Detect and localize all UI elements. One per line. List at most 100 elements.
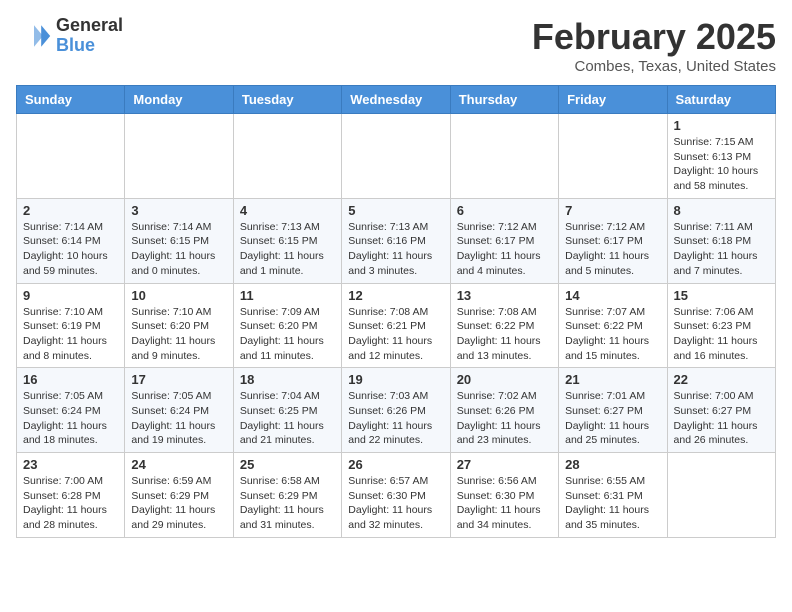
day-number: 7 — [565, 203, 660, 218]
day-number: 8 — [674, 203, 769, 218]
calendar-week-row: 2 Sunrise: 7:14 AM Sunset: 6:14 PM Daylig… — [17, 198, 776, 283]
day-info: Sunrise: 7:08 AM Sunset: 6:22 PM Dayligh… — [457, 305, 552, 364]
day-number: 13 — [457, 288, 552, 303]
logo-blue-text: Blue — [56, 36, 123, 56]
day-info: Sunrise: 6:57 AM Sunset: 6:30 PM Dayligh… — [348, 474, 443, 533]
day-info: Sunrise: 7:09 AM Sunset: 6:20 PM Dayligh… — [240, 305, 335, 364]
calendar-day-cell: 15 Sunrise: 7:06 AM Sunset: 6:23 PM Dayli… — [667, 283, 775, 368]
calendar-day-cell: 1 Sunrise: 7:15 AM Sunset: 6:13 PM Daylig… — [667, 114, 775, 199]
calendar-day-cell: 16 Sunrise: 7:05 AM Sunset: 6:24 PM Dayli… — [17, 368, 125, 453]
day-info: Sunrise: 7:06 AM Sunset: 6:23 PM Dayligh… — [674, 305, 769, 364]
day-info: Sunrise: 7:04 AM Sunset: 6:25 PM Dayligh… — [240, 389, 335, 448]
calendar-day-cell: 19 Sunrise: 7:03 AM Sunset: 6:26 PM Dayli… — [342, 368, 450, 453]
day-number: 1 — [674, 118, 769, 133]
day-info: Sunrise: 7:15 AM Sunset: 6:13 PM Dayligh… — [674, 135, 769, 194]
calendar-day-cell — [667, 453, 775, 538]
calendar-week-row: 23Sunrise: 7:00 AM Sunset: 6:28 PM Dayli… — [17, 453, 776, 538]
day-number: 25 — [240, 457, 335, 472]
calendar-day-cell — [450, 114, 558, 199]
calendar-day-cell: 5Sunrise: 7:13 AM Sunset: 6:16 PM Daylig… — [342, 198, 450, 283]
day-number: 15 — [674, 288, 769, 303]
month-title: February 2025 — [532, 16, 776, 58]
day-info: Sunrise: 7:05 AM Sunset: 6:24 PM Dayligh… — [23, 389, 118, 448]
calendar-col-header: Friday — [559, 86, 667, 114]
day-number: 5 — [348, 203, 443, 218]
calendar-day-cell: 2 Sunrise: 7:14 AM Sunset: 6:14 PM Daylig… — [17, 198, 125, 283]
calendar-day-cell: 10 Sunrise: 7:10 AM Sunset: 6:20 PM Dayli… — [125, 283, 233, 368]
day-info: Sunrise: 6:56 AM Sunset: 6:30 PM Dayligh… — [457, 474, 552, 533]
day-number: 17 — [131, 372, 226, 387]
calendar-day-cell: 27 Sunrise: 6:56 AM Sunset: 6:30 PM Dayli… — [450, 453, 558, 538]
calendar-day-cell: 26 Sunrise: 6:57 AM Sunset: 6:30 PM Dayli… — [342, 453, 450, 538]
calendar-day-cell: 23Sunrise: 7:00 AM Sunset: 6:28 PM Dayli… — [17, 453, 125, 538]
calendar-day-cell: 17 Sunrise: 7:05 AM Sunset: 6:24 PM Dayli… — [125, 368, 233, 453]
day-number: 28 — [565, 457, 660, 472]
logo: General Blue — [16, 16, 123, 56]
day-info: Sunrise: 6:59 AM Sunset: 6:29 PM Dayligh… — [131, 474, 226, 533]
day-info: Sunrise: 6:58 AM Sunset: 6:29 PM Dayligh… — [240, 474, 335, 533]
calendar-day-cell: 25 Sunrise: 6:58 AM Sunset: 6:29 PM Dayli… — [233, 453, 341, 538]
day-number: 16 — [23, 372, 118, 387]
day-number: 19 — [348, 372, 443, 387]
calendar-day-cell — [233, 114, 341, 199]
calendar-day-cell: 4 Sunrise: 7:13 AM Sunset: 6:15 PM Daylig… — [233, 198, 341, 283]
calendar-day-cell: 6Sunrise: 7:12 AM Sunset: 6:17 PM Daylig… — [450, 198, 558, 283]
day-number: 23 — [23, 457, 118, 472]
calendar-day-cell: 21Sunrise: 7:01 AM Sunset: 6:27 PM Dayli… — [559, 368, 667, 453]
calendar-day-cell: 24 Sunrise: 6:59 AM Sunset: 6:29 PM Dayli… — [125, 453, 233, 538]
calendar-week-row: 16 Sunrise: 7:05 AM Sunset: 6:24 PM Dayli… — [17, 368, 776, 453]
day-info: Sunrise: 7:12 AM Sunset: 6:17 PM Dayligh… — [565, 220, 660, 279]
day-info: Sunrise: 7:11 AM Sunset: 6:18 PM Dayligh… — [674, 220, 769, 279]
day-number: 20 — [457, 372, 552, 387]
calendar-day-cell: 14 Sunrise: 7:07 AM Sunset: 6:22 PM Dayli… — [559, 283, 667, 368]
calendar-day-cell — [342, 114, 450, 199]
day-number: 6 — [457, 203, 552, 218]
day-number: 26 — [348, 457, 443, 472]
day-info: Sunrise: 7:10 AM Sunset: 6:20 PM Dayligh… — [131, 305, 226, 364]
calendar-table: SundayMondayTuesdayWednesdayThursdayFrid… — [16, 85, 776, 538]
calendar-day-cell: 20 Sunrise: 7:02 AM Sunset: 6:26 PM Dayli… — [450, 368, 558, 453]
day-number: 24 — [131, 457, 226, 472]
calendar-day-cell: 28 Sunrise: 6:55 AM Sunset: 6:31 PM Dayli… — [559, 453, 667, 538]
calendar-week-row: 9Sunrise: 7:10 AM Sunset: 6:19 PM Daylig… — [17, 283, 776, 368]
day-info: Sunrise: 7:02 AM Sunset: 6:26 PM Dayligh… — [457, 389, 552, 448]
calendar-col-header: Sunday — [17, 86, 125, 114]
day-info: Sunrise: 7:07 AM Sunset: 6:22 PM Dayligh… — [565, 305, 660, 364]
calendar-day-cell: 8 Sunrise: 7:11 AM Sunset: 6:18 PM Daylig… — [667, 198, 775, 283]
day-number: 2 — [23, 203, 118, 218]
day-info: Sunrise: 7:03 AM Sunset: 6:26 PM Dayligh… — [348, 389, 443, 448]
day-info: Sunrise: 7:10 AM Sunset: 6:19 PM Dayligh… — [23, 305, 118, 364]
day-info: Sunrise: 7:14 AM Sunset: 6:15 PM Dayligh… — [131, 220, 226, 279]
day-number: 4 — [240, 203, 335, 218]
calendar-day-cell: 9Sunrise: 7:10 AM Sunset: 6:19 PM Daylig… — [17, 283, 125, 368]
title-block: February 2025 Combes, Texas, United Stat… — [532, 16, 776, 75]
calendar-day-cell — [559, 114, 667, 199]
day-info: Sunrise: 7:14 AM Sunset: 6:14 PM Dayligh… — [23, 220, 118, 279]
day-info: Sunrise: 7:05 AM Sunset: 6:24 PM Dayligh… — [131, 389, 226, 448]
calendar-day-cell: 3Sunrise: 7:14 AM Sunset: 6:15 PM Daylig… — [125, 198, 233, 283]
calendar-day-cell: 12 Sunrise: 7:08 AM Sunset: 6:21 PM Dayli… — [342, 283, 450, 368]
logo-text: General Blue — [56, 16, 123, 56]
calendar-col-header: Wednesday — [342, 86, 450, 114]
day-number: 27 — [457, 457, 552, 472]
day-number: 14 — [565, 288, 660, 303]
day-info: Sunrise: 7:08 AM Sunset: 6:21 PM Dayligh… — [348, 305, 443, 364]
calendar-col-header: Monday — [125, 86, 233, 114]
calendar-day-cell: 18Sunrise: 7:04 AM Sunset: 6:25 PM Dayli… — [233, 368, 341, 453]
calendar-col-header: Thursday — [450, 86, 558, 114]
location-text: Combes, Texas, United States — [532, 58, 776, 75]
calendar-day-cell: 22Sunrise: 7:00 AM Sunset: 6:27 PM Dayli… — [667, 368, 775, 453]
day-info: Sunrise: 6:55 AM Sunset: 6:31 PM Dayligh… — [565, 474, 660, 533]
calendar-day-cell: 11 Sunrise: 7:09 AM Sunset: 6:20 PM Dayli… — [233, 283, 341, 368]
page-header: General Blue February 2025 Combes, Texas… — [16, 16, 776, 75]
calendar-col-header: Saturday — [667, 86, 775, 114]
day-info: Sunrise: 7:01 AM Sunset: 6:27 PM Dayligh… — [565, 389, 660, 448]
day-number: 10 — [131, 288, 226, 303]
calendar-header-row: SundayMondayTuesdayWednesdayThursdayFrid… — [17, 86, 776, 114]
day-info: Sunrise: 7:13 AM Sunset: 6:15 PM Dayligh… — [240, 220, 335, 279]
day-number: 12 — [348, 288, 443, 303]
logo-icon — [16, 18, 52, 54]
day-info: Sunrise: 7:00 AM Sunset: 6:27 PM Dayligh… — [674, 389, 769, 448]
calendar-col-header: Tuesday — [233, 86, 341, 114]
day-number: 11 — [240, 288, 335, 303]
